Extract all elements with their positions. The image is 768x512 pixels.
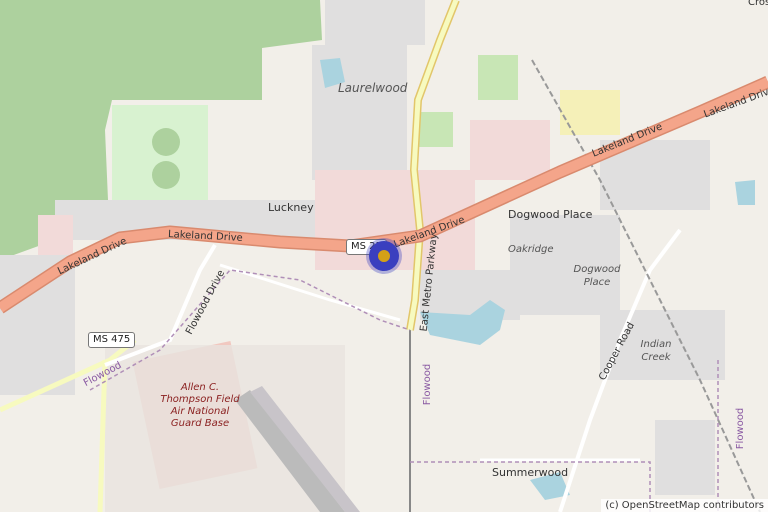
label-airbase: Allen C. Thompson Field Air National Gua…	[160, 382, 240, 429]
commercial-east	[470, 120, 550, 180]
label-flowood-east: Flowood	[735, 407, 747, 450]
field-circle	[152, 161, 180, 189]
lake-east	[735, 180, 755, 205]
label-luckney: Luckney	[268, 201, 314, 214]
label-laurelwood: Laurelwood	[338, 81, 408, 95]
label-dogwood-place: Dogwood Place	[508, 208, 593, 221]
residential-east-south	[655, 420, 715, 495]
residential-north	[325, 0, 425, 45]
label-summerwood: Summerwood	[492, 466, 569, 479]
map-canvas[interactable]: Laurelwood Luckney Dogwood Place Oakridg…	[0, 0, 768, 512]
park-school	[560, 90, 620, 135]
label-indian-creek: Indian Creek	[640, 339, 672, 363]
park-north	[478, 55, 518, 100]
label-cross: Cross	[748, 0, 768, 8]
label-dogwood-place-area: Dogwood Place	[573, 264, 621, 288]
field-circle	[152, 128, 180, 156]
label-oakridge: Oakridge	[508, 244, 554, 255]
road-minor	[219, 263, 401, 322]
location-marker-icon[interactable]	[369, 241, 399, 271]
label-flowood-center: Flowood	[422, 363, 434, 406]
route-shield-ms475: MS 475	[88, 332, 136, 348]
commercial-west	[38, 215, 73, 255]
attribution: (c) OpenStreetMap contributors	[601, 499, 768, 512]
location-marker-center	[378, 250, 390, 262]
golf-area	[418, 112, 453, 147]
